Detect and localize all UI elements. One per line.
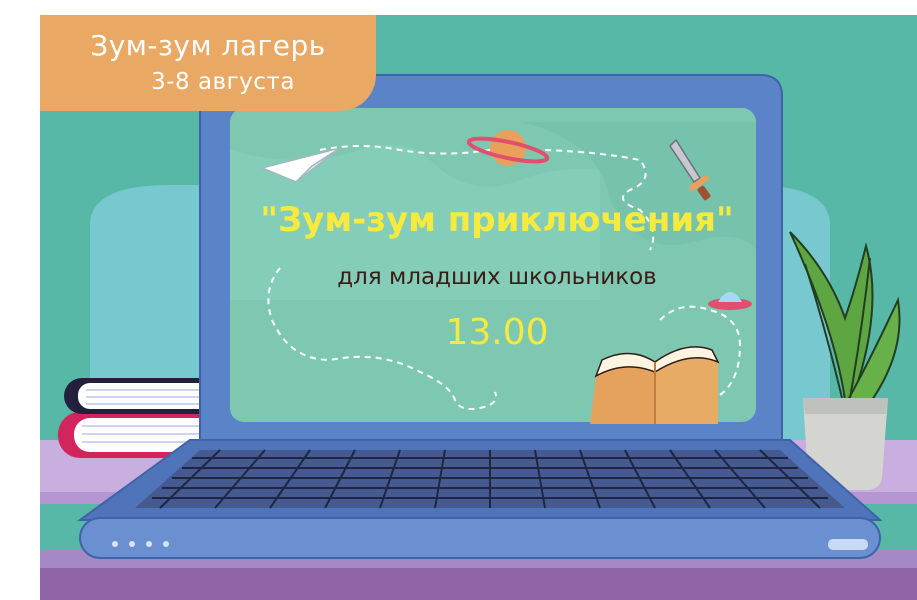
event-headline: "Зум-зум приключения" — [260, 200, 734, 240]
camp-badge: Зум-зум лагерь 3-8 августа — [40, 15, 376, 111]
laptop-front — [79, 517, 881, 559]
camp-dates: 3-8 августа — [151, 69, 295, 95]
shelf — [40, 568, 917, 600]
event-subheadline: для младших школьников — [337, 264, 657, 290]
camp-title: Зум-зум лагерь — [90, 29, 326, 62]
event-time: 13.00 — [445, 312, 549, 353]
